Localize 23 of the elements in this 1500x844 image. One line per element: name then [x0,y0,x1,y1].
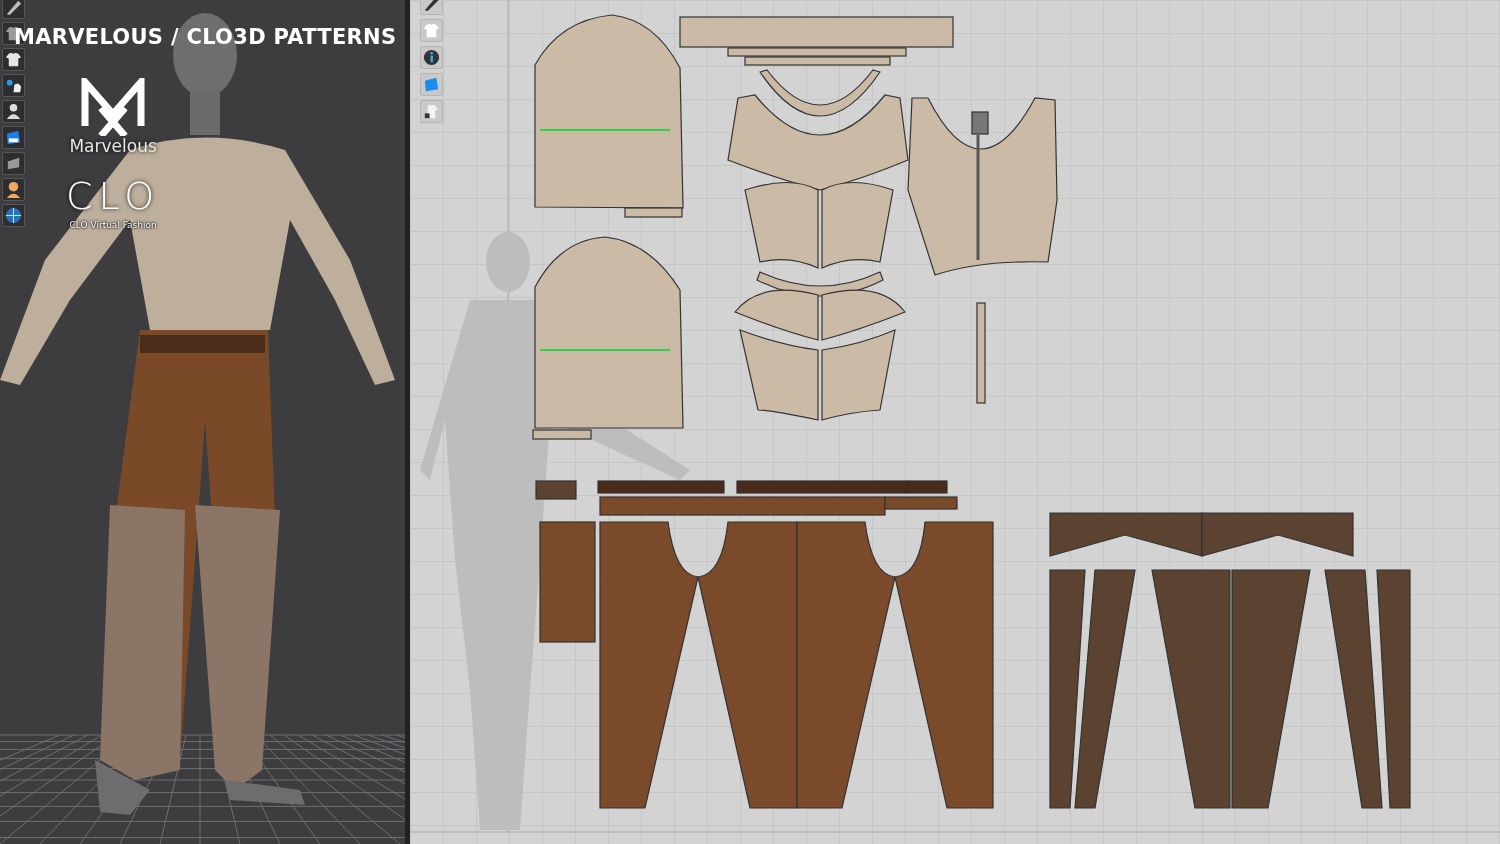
locked-shirt-icon [422,102,441,121]
dot-shirt-tool-button[interactable] [2,74,25,97]
head-icon [4,180,23,199]
panel-icon [422,75,441,94]
shirt-icon [4,50,23,69]
info-tool-button[interactable] [420,46,443,69]
locked-shirt-tool-button[interactable] [420,100,443,123]
logo-mark-icon [81,78,146,136]
globe-icon [4,206,23,225]
shirt-icon [422,21,441,40]
seat-icon [4,128,23,147]
pen-icon [4,0,23,17]
person-tool-button[interactable] [2,100,25,123]
fabric-tool-button[interactable] [2,152,25,175]
head-tool-button[interactable] [2,178,25,201]
globe-tool-button[interactable] [2,204,25,227]
info-icon [422,48,441,67]
pen-tool-button[interactable] [2,0,25,19]
seat-tool-button[interactable] [2,126,25,149]
person-icon [4,102,23,121]
overlay-title: MARVELOUS / CLO3D PATTERNS [14,24,397,51]
shirt-tool-button[interactable] [2,48,25,71]
brand-wordmark: Marvelous [69,138,157,155]
